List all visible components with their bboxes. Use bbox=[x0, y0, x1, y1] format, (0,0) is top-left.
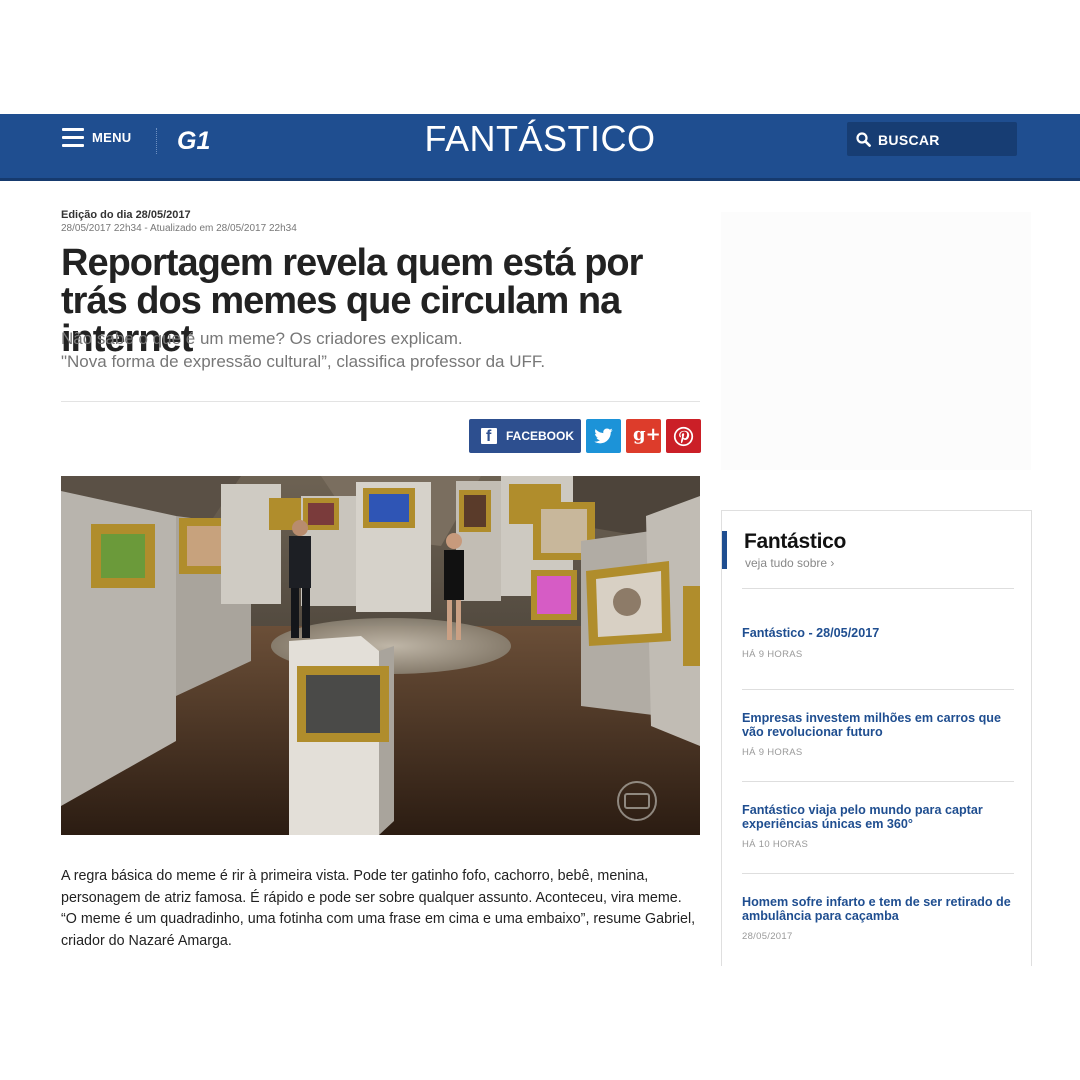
news-item-time: HÁ 9 HORAS bbox=[742, 648, 803, 660]
sidebar-news-box: Fantástico veja tudo sobre › Fantástico … bbox=[721, 510, 1032, 966]
news-item-time: HÁ 9 HORAS bbox=[742, 747, 803, 758]
news-item-title: Fantástico - 28/05/2017 bbox=[742, 626, 880, 640]
googleplus-share-button[interactable]: g+ bbox=[626, 419, 661, 453]
search-box[interactable]: BUSCAR bbox=[847, 122, 1017, 156]
facebook-share-button[interactable]: f FACEBOOK bbox=[469, 419, 581, 453]
news-item-title: Homem sofre infarto e tem de ser retirad… bbox=[742, 895, 1011, 923]
pinterest-icon bbox=[673, 426, 694, 447]
twitter-bird-icon bbox=[594, 428, 613, 444]
sidebar-news-item[interactable]: Homem sofre infarto e tem de ser retirad… bbox=[742, 895, 1017, 942]
news-item-time: 28/05/2017 bbox=[742, 931, 793, 942]
top-header: MENU G1 FANTÁSTICO BUSCAR bbox=[0, 114, 1080, 181]
sidebar-accent-bar bbox=[722, 531, 727, 569]
ad-slot bbox=[721, 212, 1031, 470]
search-label: BUSCAR bbox=[878, 132, 940, 148]
sidebar-news-item[interactable]: Fantástico - 28/05/2017 HÁ 9 HORAS bbox=[742, 626, 1017, 660]
video-player[interactable] bbox=[61, 476, 700, 835]
pinterest-share-button[interactable] bbox=[666, 419, 701, 453]
news-item-title: Fantástico viaja pelo mundo para captar … bbox=[742, 803, 983, 831]
sidebar-divider bbox=[742, 689, 1014, 690]
subtitle-line-1: Não sabe o que é um meme? Os criadores e… bbox=[61, 329, 463, 348]
subtitle-line-2: "Nova forma de expressão cultural”, clas… bbox=[61, 352, 546, 371]
news-item-time: HÁ 10 HORAS bbox=[742, 839, 809, 850]
studio-scene-image bbox=[61, 476, 700, 835]
see-all-link[interactable]: veja tudo sobre › bbox=[745, 556, 834, 570]
article-subtitle: Não sabe o que é um meme? Os criadores e… bbox=[61, 327, 711, 373]
sidebar-divider bbox=[742, 873, 1014, 874]
divider bbox=[61, 401, 700, 402]
facebook-share-label: FACEBOOK bbox=[506, 429, 575, 443]
edition-label: Edição do dia 28/05/2017 bbox=[61, 209, 191, 221]
facebook-icon: f bbox=[481, 428, 497, 445]
googleplus-icon: g+ bbox=[633, 424, 661, 445]
sidebar-news-item[interactable]: Fantástico viaja pelo mundo para captar … bbox=[742, 803, 1017, 850]
search-icon bbox=[856, 132, 871, 147]
sidebar-title[interactable]: Fantástico bbox=[744, 530, 846, 554]
sidebar-news-item[interactable]: Empresas investem milhões em carros que … bbox=[742, 711, 1017, 758]
news-item-title: Empresas investem milhões em carros que … bbox=[742, 711, 1001, 739]
sidebar-divider bbox=[742, 781, 1014, 782]
article-body: A regra básica do meme é rir à primeira … bbox=[61, 868, 696, 949]
sidebar-divider bbox=[742, 588, 1014, 589]
twitter-share-button[interactable] bbox=[586, 419, 621, 453]
publish-dates: 28/05/2017 22h34 - Atualizado em 28/05/2… bbox=[61, 223, 297, 234]
